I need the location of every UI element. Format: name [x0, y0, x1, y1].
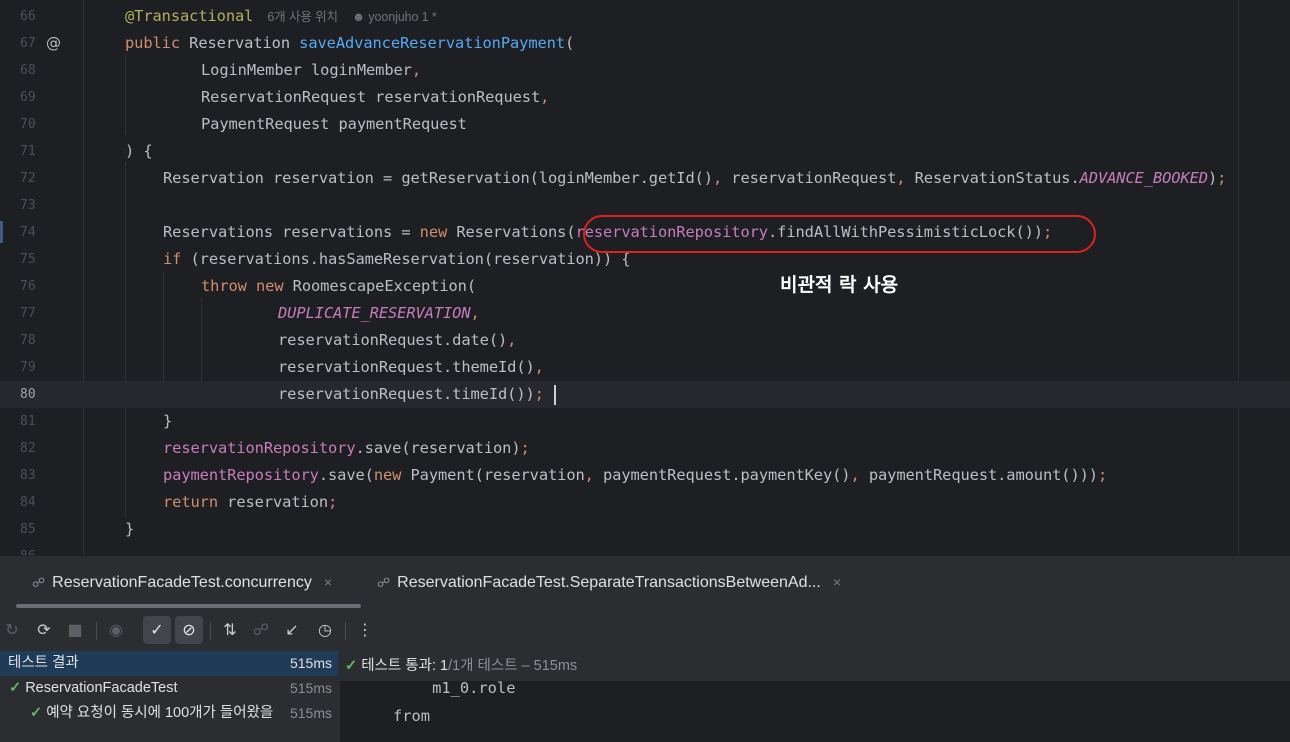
line-number: 72	[20, 171, 36, 186]
rerun-failed-icon[interactable]: ⟳	[30, 616, 58, 644]
toolbar-separator	[345, 622, 346, 640]
line-number: 69	[20, 90, 36, 105]
duration-label: 515ms	[289, 655, 332, 671]
highlight-circle	[583, 215, 1096, 253]
code-line[interactable]: 66 @Transactional 6개 사용 위치 ☻ yoonjuho 1 *	[0, 3, 1290, 30]
code-line[interactable]: 77 DUPLICATE_RESERVATION,	[0, 300, 1290, 327]
line-number: 68	[20, 63, 36, 78]
line-number: 70	[20, 117, 36, 132]
line-number: 73	[20, 198, 36, 213]
author-inlay[interactable]: ☻ yoonjuho 1 *	[352, 10, 437, 24]
line-number: 67	[20, 36, 36, 51]
line-number: 75	[20, 252, 36, 267]
passed-check-icon: ✓	[345, 658, 358, 674]
test-status: ✓ 테스트 통과: 1/1개 테스트 – 515ms	[340, 651, 1290, 681]
code-line[interactable]: 71 ) {	[0, 138, 1290, 165]
code-line[interactable]: 85 }	[0, 516, 1290, 543]
test-run-icon: ☍	[32, 575, 46, 590]
stop-icon[interactable]: ■	[61, 616, 89, 644]
line-number: 78	[20, 333, 36, 348]
code-line[interactable]: 81 }	[0, 408, 1290, 435]
console-line: m1_0.role	[395, 679, 516, 697]
tree-item-root[interactable]: 테스트 결과 515ms	[0, 651, 338, 676]
collapse-icon[interactable]: ↙	[278, 616, 306, 644]
show-passed-icon[interactable]: ✓	[143, 616, 171, 644]
line-number: 74	[20, 225, 36, 240]
code-editor[interactable]: 66 @Transactional 6개 사용 위치 ☻ yoonjuho 1 * …	[0, 0, 1290, 555]
code-line[interactable]: 78 reservationRequest.date(),	[0, 327, 1290, 354]
line-number: 79	[20, 360, 36, 375]
line-number: 76	[20, 279, 36, 294]
show-ignored-icon[interactable]: ◉	[102, 616, 130, 644]
line-number: 82	[20, 441, 36, 456]
close-icon[interactable]: ×	[833, 574, 841, 590]
rerun-icon[interactable]: ↻	[0, 616, 26, 644]
test-results-tree: 테스트 결과 515ms ✓ ReservationFacadeTest 515…	[0, 651, 338, 742]
toolbar-separator	[210, 622, 211, 640]
usages-inlay[interactable]: 6개 사용 위치	[267, 10, 338, 24]
code-line[interactable]: 83 paymentRepository.save(new Payment(re…	[0, 462, 1290, 489]
passed-check-icon: ✓	[30, 705, 43, 721]
import-tests-icon[interactable]: ☍	[247, 616, 275, 644]
code-line[interactable]: 70 PaymentRequest paymentRequest	[0, 111, 1290, 138]
line-number: 86	[20, 543, 36, 555]
passed-check-icon: ✓	[9, 680, 22, 696]
line-number: 83	[20, 468, 36, 483]
line-number: 81	[20, 414, 36, 429]
console-line: from	[393, 707, 431, 725]
tab-separate-transactions[interactable]: ☍ ReservationFacadeTest.SeparateTransacti…	[377, 556, 841, 608]
tree-item-class[interactable]: ✓ ReservationFacadeTest 515ms	[0, 676, 338, 701]
code-line[interactable]: 76 throw new RoomescapeException(	[0, 273, 1290, 300]
console-output[interactable]: ✓ 테스트 통과: 1/1개 테스트 – 515ms m1_0.role fro…	[340, 651, 1290, 742]
line-number: 77	[20, 306, 36, 321]
show-ignored-tests-icon[interactable]: ⊘	[175, 616, 203, 644]
more-icon[interactable]: ⋮	[351, 616, 379, 644]
test-run-icon: ☍	[377, 575, 391, 590]
run-tool-window: ☍ ReservationFacadeTest.concurrency × ☍ Res…	[0, 555, 1290, 742]
active-tab-indicator	[16, 604, 361, 608]
text-caret	[554, 385, 556, 405]
duration-label: 515ms	[289, 705, 332, 721]
line-number: 80	[20, 387, 36, 402]
duration-label: 515ms	[289, 680, 332, 696]
close-icon[interactable]: ×	[324, 574, 332, 590]
annotation-label: 비관적 락 사용	[780, 274, 899, 296]
code-line-current[interactable]: 80 reservationRequest.timeId());	[0, 381, 1290, 408]
vcs-change-marker[interactable]	[0, 221, 3, 243]
line-number: 66	[20, 9, 36, 24]
tree-item-test[interactable]: ✓ 예약 요청이 동시에 100개가 들어왔을 515ms	[0, 701, 338, 726]
code-line[interactable]: 72 Reservation reservation = getReservat…	[0, 165, 1290, 192]
line-number: 85	[20, 522, 36, 537]
code-line[interactable]: 82 reservationRepository.save(reservatio…	[0, 435, 1290, 462]
tab-concurrency[interactable]: ☍ ReservationFacadeTest.concurrency ×	[32, 556, 332, 608]
line-number: 71	[20, 144, 36, 159]
toolbar-separator	[96, 622, 97, 640]
code-line[interactable]: 79 reservationRequest.themeId(),	[0, 354, 1290, 381]
history-icon[interactable]: ◷	[311, 616, 339, 644]
code-line[interactable]: 84 return reservation;	[0, 489, 1290, 516]
code-line[interactable]: 68 LoginMember loginMember,	[0, 57, 1290, 84]
code-line[interactable]: 69 ReservationRequest reservationRequest…	[0, 84, 1290, 111]
test-toolbar: ↻ ⟳ ■ ◉ ✓ ⊘ ⇅ ☍ ↙ ◷ ⋮	[0, 610, 1290, 650]
line-number: 84	[20, 495, 36, 510]
code-line[interactable]: 67 @ public Reservation saveAdvanceReser…	[0, 30, 1290, 57]
run-tabs: ☍ ReservationFacadeTest.concurrency × ☍ Res…	[0, 556, 1290, 608]
sort-icon[interactable]: ⇅	[216, 616, 244, 644]
code-line[interactable]: 86	[0, 543, 1290, 555]
implements-at-icon[interactable]: @	[46, 30, 61, 57]
